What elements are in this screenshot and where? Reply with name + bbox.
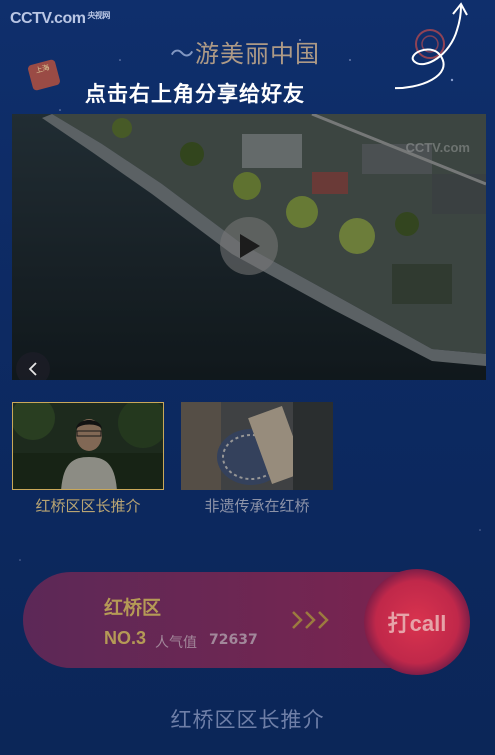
call-button-label: 打call (387, 611, 447, 636)
thumbnail-image (181, 402, 333, 490)
share-hint-text: 点击右上角分享给好友 (85, 82, 305, 106)
play-button[interactable] (220, 217, 278, 275)
thumbnail-heritage[interactable] (181, 402, 333, 490)
thumbnail-label[interactable]: 红桥区区长推介 (12, 495, 164, 516)
cheer-call-button[interactable]: 打call (364, 569, 470, 675)
popularity-value: 72637 (209, 632, 258, 648)
campaign-title: ～游美丽中国 (170, 40, 320, 68)
thumbnail-label[interactable]: 非遗传承在红桥 (181, 495, 333, 516)
video-player[interactable]: CCTV.com (12, 114, 486, 380)
chevron-left-icon (28, 362, 37, 376)
video-watermark: CCTV.com (405, 140, 470, 155)
district-name: 红桥区 (104, 597, 162, 619)
thumbnail-image (13, 403, 163, 489)
chevron-right-icon (292, 611, 329, 629)
play-icon (240, 234, 260, 258)
section-title: 红桥区区长推介 (170, 708, 325, 732)
thumbnail-district-head-promo[interactable] (12, 402, 164, 490)
rank-number: NO.3 (104, 628, 147, 648)
back-button[interactable] (16, 352, 50, 380)
popularity-label: 人气值 (155, 635, 197, 651)
share-arrow-icon (395, 2, 468, 90)
cctv-logo: CCTV.com 央视网 (10, 10, 110, 27)
